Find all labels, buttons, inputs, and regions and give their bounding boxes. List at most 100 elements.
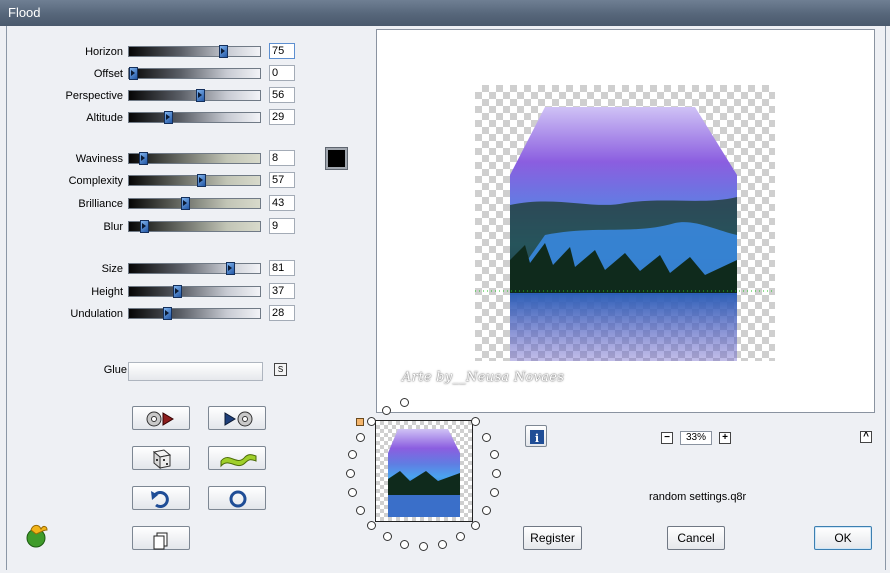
altitude-value-field[interactable]: 29 bbox=[269, 109, 295, 125]
navigator-ring-dot bbox=[400, 540, 409, 549]
blur-slider[interactable] bbox=[128, 220, 261, 233]
glue-toggle-button[interactable]: S bbox=[274, 363, 287, 376]
brilliance-slider[interactable] bbox=[128, 197, 261, 210]
thumbnail-image bbox=[388, 429, 460, 517]
navigator-handle[interactable] bbox=[356, 418, 364, 426]
undulation-slider[interactable] bbox=[128, 307, 261, 320]
altitude-slider-thumb[interactable] bbox=[164, 111, 173, 124]
height-slider[interactable] bbox=[128, 285, 261, 298]
waviness-label: Waviness bbox=[75, 153, 123, 165]
brilliance-label: Brilliance bbox=[78, 198, 123, 210]
preview-image bbox=[475, 107, 775, 361]
register-button[interactable]: Register bbox=[523, 526, 582, 550]
randomize-button[interactable] bbox=[132, 446, 190, 470]
save-preset-button[interactable] bbox=[208, 406, 266, 430]
perspective-value-field[interactable]: 56 bbox=[269, 87, 295, 103]
navigator-ring-dot bbox=[348, 488, 357, 497]
wave-icon bbox=[220, 454, 257, 468]
cancel-button[interactable]: Cancel bbox=[667, 526, 725, 550]
offset-slider-thumb[interactable] bbox=[129, 67, 138, 80]
blur-slider-thumb[interactable] bbox=[140, 220, 149, 233]
play-disc-icon bbox=[224, 411, 253, 427]
preset-status: random settings.q8r bbox=[649, 491, 747, 503]
zoom-out-button[interactable]: − bbox=[661, 432, 673, 444]
title-bar[interactable]: Flood bbox=[0, 0, 890, 26]
navigator-ring-dot bbox=[456, 532, 465, 541]
navigator-ring-dot bbox=[367, 417, 376, 426]
zoom-level[interactable]: 33% bbox=[680, 431, 712, 445]
brilliance-value-field[interactable]: 43 bbox=[269, 195, 295, 211]
preview-pane[interactable] bbox=[376, 29, 875, 413]
undo-button[interactable] bbox=[132, 486, 190, 510]
waviness-slider[interactable] bbox=[128, 152, 261, 165]
undulation-label: Undulation bbox=[70, 308, 123, 320]
flood-dialog: Flood Horizon 75 Offset 0 Perspective 56 Altit… bbox=[0, 0, 890, 573]
navigator-ring-dot bbox=[383, 532, 392, 541]
dice-icon bbox=[152, 449, 172, 470]
offset-label: Offset bbox=[93, 68, 123, 80]
navigator-ring-dot bbox=[482, 506, 491, 515]
watermark-text: Arte by__Neusa Novaes bbox=[402, 370, 565, 385]
height-slider-thumb[interactable] bbox=[173, 285, 182, 298]
navigator-ring-dot bbox=[471, 417, 480, 426]
size-value-field[interactable]: 81 bbox=[269, 260, 295, 276]
horizon-label: Horizon bbox=[85, 46, 123, 58]
undulation-slider-thumb[interactable] bbox=[163, 307, 172, 320]
window-title: Flood bbox=[8, 5, 41, 20]
ring-icon bbox=[229, 490, 247, 508]
brilliance-slider-thumb[interactable] bbox=[181, 197, 190, 210]
navigator-ring-dot bbox=[356, 506, 365, 515]
disc-play-icon bbox=[146, 411, 174, 427]
dialog-body: Horizon 75 Offset 0 Perspective 56 Altitude 29 W… bbox=[6, 26, 886, 570]
blur-value-field[interactable]: 9 bbox=[269, 218, 295, 234]
undo-arrow-icon bbox=[151, 491, 169, 508]
ok-button[interactable]: OK bbox=[814, 526, 872, 550]
preview-canvas bbox=[475, 85, 775, 361]
offset-slider[interactable] bbox=[128, 67, 261, 80]
info-button[interactable]: i bbox=[525, 425, 547, 447]
horizon-value-field[interactable]: 75 bbox=[269, 43, 295, 59]
complexity-slider[interactable] bbox=[128, 174, 261, 187]
complexity-value-field[interactable]: 57 bbox=[269, 172, 295, 188]
zoom-in-button[interactable]: + bbox=[719, 432, 731, 444]
load-preset-button[interactable] bbox=[132, 406, 190, 430]
undulation-value-field[interactable]: 28 bbox=[269, 305, 295, 321]
color-swatch[interactable] bbox=[325, 147, 348, 170]
complexity-slider-thumb[interactable] bbox=[197, 174, 206, 187]
altitude-label: Altitude bbox=[86, 112, 123, 124]
perspective-label: Perspective bbox=[65, 90, 123, 102]
navigator-ring-dot bbox=[471, 521, 480, 530]
info-icon: i bbox=[530, 430, 544, 445]
navigator-ring-dot bbox=[400, 398, 409, 407]
waviness-slider-thumb[interactable] bbox=[139, 152, 148, 165]
navigator-ring-dot bbox=[492, 469, 501, 478]
navigator-ring-dot bbox=[490, 450, 499, 459]
collapse-button[interactable]: ^ bbox=[860, 431, 872, 443]
navigator-ring-dot bbox=[382, 406, 391, 415]
waviness-value-field[interactable]: 8 bbox=[269, 150, 295, 166]
blur-label: Blur bbox=[103, 221, 123, 233]
size-slider-thumb[interactable] bbox=[226, 262, 235, 275]
glue-field[interactable] bbox=[128, 362, 263, 381]
navigator-ring-dot bbox=[356, 433, 365, 442]
horizon-slider[interactable] bbox=[128, 45, 261, 58]
glue-label: Glue bbox=[103, 364, 127, 376]
perspective-slider[interactable] bbox=[128, 89, 261, 102]
altitude-slider[interactable] bbox=[128, 111, 261, 124]
app-logo-icon bbox=[26, 524, 48, 548]
navigator-ring-dot bbox=[367, 521, 376, 530]
reset-button[interactable] bbox=[208, 486, 266, 510]
height-value-field[interactable]: 37 bbox=[269, 283, 295, 299]
offset-value-field[interactable]: 0 bbox=[269, 65, 295, 81]
perspective-slider-thumb[interactable] bbox=[196, 89, 205, 102]
complexity-label: Complexity bbox=[68, 175, 123, 187]
wave-button[interactable] bbox=[208, 446, 266, 470]
size-slider[interactable] bbox=[128, 262, 261, 275]
svg-text:i: i bbox=[535, 432, 539, 445]
horizon-slider-thumb[interactable] bbox=[219, 45, 228, 58]
copy-button[interactable] bbox=[132, 526, 190, 550]
navigator-thumbnail[interactable] bbox=[375, 420, 473, 522]
navigator-ring-dot bbox=[348, 450, 357, 459]
height-label: Height bbox=[91, 286, 123, 298]
navigator-ring-dot bbox=[482, 433, 491, 442]
